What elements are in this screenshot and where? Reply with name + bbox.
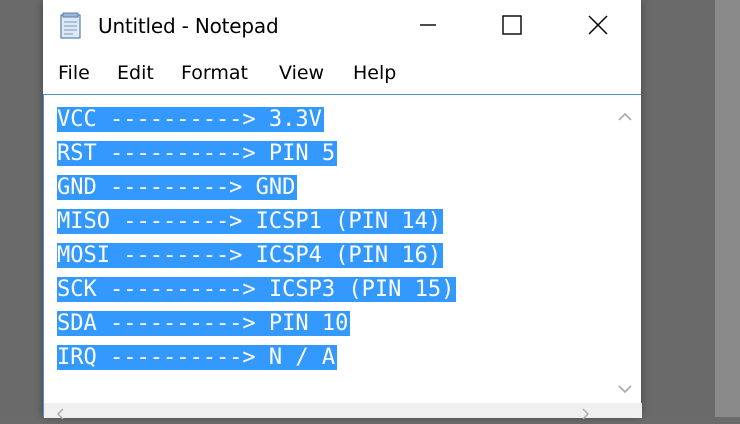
selected-text: SCK ----------> ICSP3 (PIN 15) (57, 277, 457, 302)
selected-text: MISO --------> ICSP1 (PIN 14) (57, 209, 444, 234)
text-line: MOSI --------> ICSP4 (PIN 16) (57, 239, 607, 273)
chevron-up-icon (618, 107, 632, 126)
text-line: MISO --------> ICSP1 (PIN 14) (57, 205, 607, 239)
menu-file[interactable]: File (58, 62, 90, 84)
text-content[interactable]: VCC ----------> 3.3V RST ----------> PIN… (57, 103, 607, 375)
menu-bar: File Edit Format View Help (43, 54, 641, 94)
menu-view[interactable]: View (279, 62, 324, 84)
selected-text: GND ---------> GND (57, 175, 298, 200)
menu-edit[interactable]: Edit (117, 62, 154, 84)
scroll-up-button[interactable] (610, 104, 640, 128)
scroll-down-button[interactable] (610, 376, 640, 400)
menu-format[interactable]: Format (181, 62, 248, 84)
window-title: Untitled - Notepad (98, 14, 279, 38)
text-line: VCC ----------> 3.3V (57, 103, 607, 137)
selected-text: VCC ----------> 3.3V (57, 107, 324, 132)
maximize-icon (501, 14, 523, 40)
selected-text: MOSI --------> ICSP4 (PIN 16) (57, 243, 444, 268)
selected-text: RST ----------> PIN 5 (57, 141, 338, 166)
minimize-button[interactable] (399, 0, 457, 54)
selected-text: IRQ ----------> N / A (57, 345, 338, 370)
notepad-icon (57, 12, 85, 40)
text-line: SDA ----------> PIN 10 (57, 307, 607, 341)
desktop-edge (715, 0, 740, 417)
title-bar[interactable]: Untitled - Notepad (43, 0, 641, 54)
text-line: IRQ ----------> N / A (57, 341, 607, 375)
selected-text: SDA ----------> PIN 10 (57, 311, 351, 336)
vertical-scrollbar[interactable] (610, 96, 640, 396)
text-line: RST ----------> PIN 5 (57, 137, 607, 171)
chevron-down-icon (618, 379, 632, 398)
text-line: GND ---------> GND (57, 171, 607, 205)
menu-help[interactable]: Help (353, 62, 396, 84)
close-button[interactable] (569, 0, 627, 54)
chevron-right-icon[interactable] (578, 405, 592, 420)
text-editor[interactable]: VCC ----------> 3.3V RST ----------> PIN… (43, 94, 642, 420)
maximize-button[interactable] (483, 0, 541, 54)
close-icon (587, 14, 609, 40)
text-line: SCK ----------> ICSP3 (PIN 15) (57, 273, 607, 307)
notepad-window: Untitled - Notepad File Edit Format View… (43, 0, 642, 420)
minimize-icon (418, 15, 438, 39)
chevron-left-icon[interactable] (54, 405, 68, 420)
horizontal-scrollbar[interactable] (44, 403, 642, 420)
